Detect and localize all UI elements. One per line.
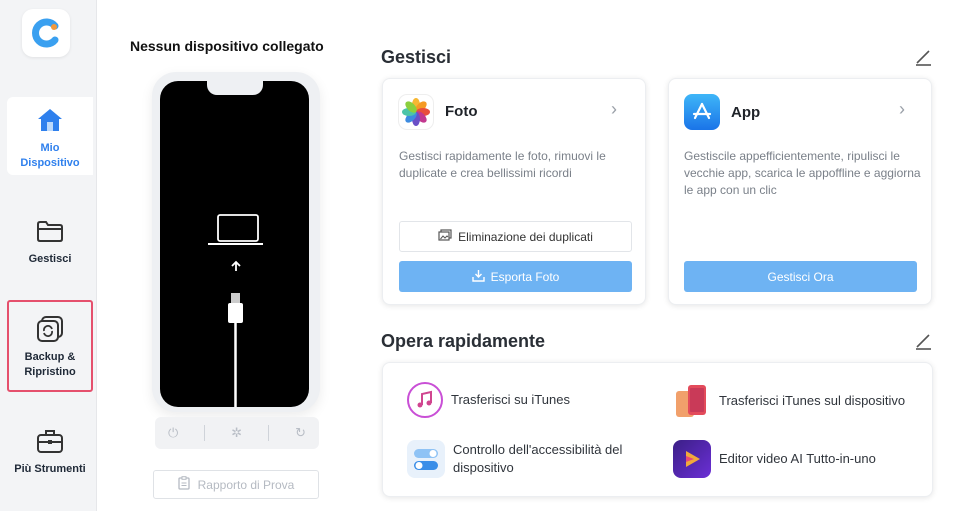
device-transfer-icon (673, 382, 711, 420)
clipboard-icon (177, 476, 190, 493)
photos-app-icon (399, 95, 433, 129)
remove-duplicates-button[interactable]: Eliminazione dei duplicati (399, 221, 632, 252)
phone-controls: ⏻ ✲ ↻ (155, 417, 319, 449)
photo-card-description: Gestisci rapidamente le foto, rimuovi le… (399, 149, 606, 180)
duplicate-photos-icon (438, 229, 452, 244)
download-icon (471, 269, 485, 285)
quick-item-transfer-itunes[interactable]: Trasferisci su iTunes (407, 382, 570, 418)
quick-item-label: Trasferisci iTunes sul dispositivo (719, 393, 906, 408)
sidebar-item-mio-dispositivo[interactable]: Mio Dispositivo (7, 97, 93, 175)
app-card-title: App (731, 104, 761, 121)
brightness-icon[interactable]: ✲ (231, 425, 242, 441)
photo-card-title: Foto (445, 103, 478, 120)
divider (268, 425, 270, 441)
power-icon[interactable]: ⏻ (168, 425, 178, 441)
manage-now-label: Gestisci Ora (767, 269, 834, 284)
sidebar-item-label: Backup & Ripristino (24, 351, 76, 378)
export-photos-label: Esporta Foto (490, 269, 560, 284)
toolbox-icon (35, 426, 65, 456)
logo-icon (32, 18, 59, 48)
manage-section-title: Gestisci (381, 47, 452, 67)
sidebar: Mio Dispositivo Gestisci Backup & Ripris… (0, 0, 97, 511)
refresh-icon[interactable]: ↻ (295, 425, 306, 441)
quick-section-title: Opera rapidamente (381, 331, 546, 351)
quick-item-transfer-itunes-device[interactable]: Trasferisci iTunes sul dispositivo (673, 382, 905, 420)
device-status-title: Nessun dispositivo collegato (130, 38, 324, 54)
sidebar-item-label: Più Strumenti (14, 463, 86, 475)
quick-actions-card: Trasferisci su iTunes Trasferisci iTunes… (382, 362, 933, 497)
phone-screen (160, 81, 309, 407)
edit-icon[interactable] (913, 47, 933, 67)
app-store-icon (684, 94, 720, 130)
quick-item-label: Trasferisci su iTunes (451, 392, 570, 407)
export-photos-button[interactable]: Esporta Foto (399, 261, 632, 292)
manage-now-button[interactable]: Gestisci Ora (684, 261, 917, 292)
itunes-icon (407, 382, 443, 418)
remove-duplicates-label: Eliminazione dei duplicati (458, 229, 593, 244)
chevron-right-icon[interactable]: › (611, 99, 617, 120)
edit-icon[interactable] (913, 331, 933, 351)
sidebar-item-label: Mio Dispositivo (20, 142, 80, 169)
report-button-label: Rapporto di Prova (197, 477, 295, 492)
sidebar-item-label: Gestisci (28, 253, 72, 265)
home-icon (35, 105, 65, 135)
sidebar-item-gestisci[interactable]: Gestisci (7, 216, 93, 276)
photo-card: Foto › Gestisci rapidamente le foto, rim… (382, 78, 646, 305)
chevron-right-icon[interactable]: › (899, 99, 905, 120)
quick-item-video-editor[interactable]: Editor video AI Tutto-in-uno (673, 440, 876, 478)
report-button[interactable]: Rapporto di Prova (153, 470, 319, 499)
app-logo (22, 9, 70, 57)
app-card-description: Gestiscile appefficientemente, ripulisci… (684, 149, 921, 197)
quick-item-label: Editor video AI Tutto-in-uno (719, 451, 876, 466)
backup-restore-icon (35, 314, 65, 344)
video-editor-icon (673, 440, 711, 478)
phone-notch (207, 81, 263, 95)
folder-icon (35, 216, 65, 246)
divider (204, 425, 206, 441)
connect-cable-icon (208, 214, 263, 407)
sidebar-item-piu-strumenti[interactable]: Più Strumenti (7, 426, 93, 486)
phone-illustration (152, 72, 320, 412)
sidebar-item-backup-ripristino[interactable]: Backup & Ripristino (7, 300, 93, 392)
quick-item-label: Controllo dell'accessibilità del disposi… (453, 442, 623, 475)
quick-item-accessibility-check[interactable]: Controllo dell'accessibilità del disposi… (407, 440, 643, 478)
app-card: App › Gestiscile appefficientemente, rip… (668, 78, 932, 305)
accessibility-toggle-icon (407, 440, 445, 478)
